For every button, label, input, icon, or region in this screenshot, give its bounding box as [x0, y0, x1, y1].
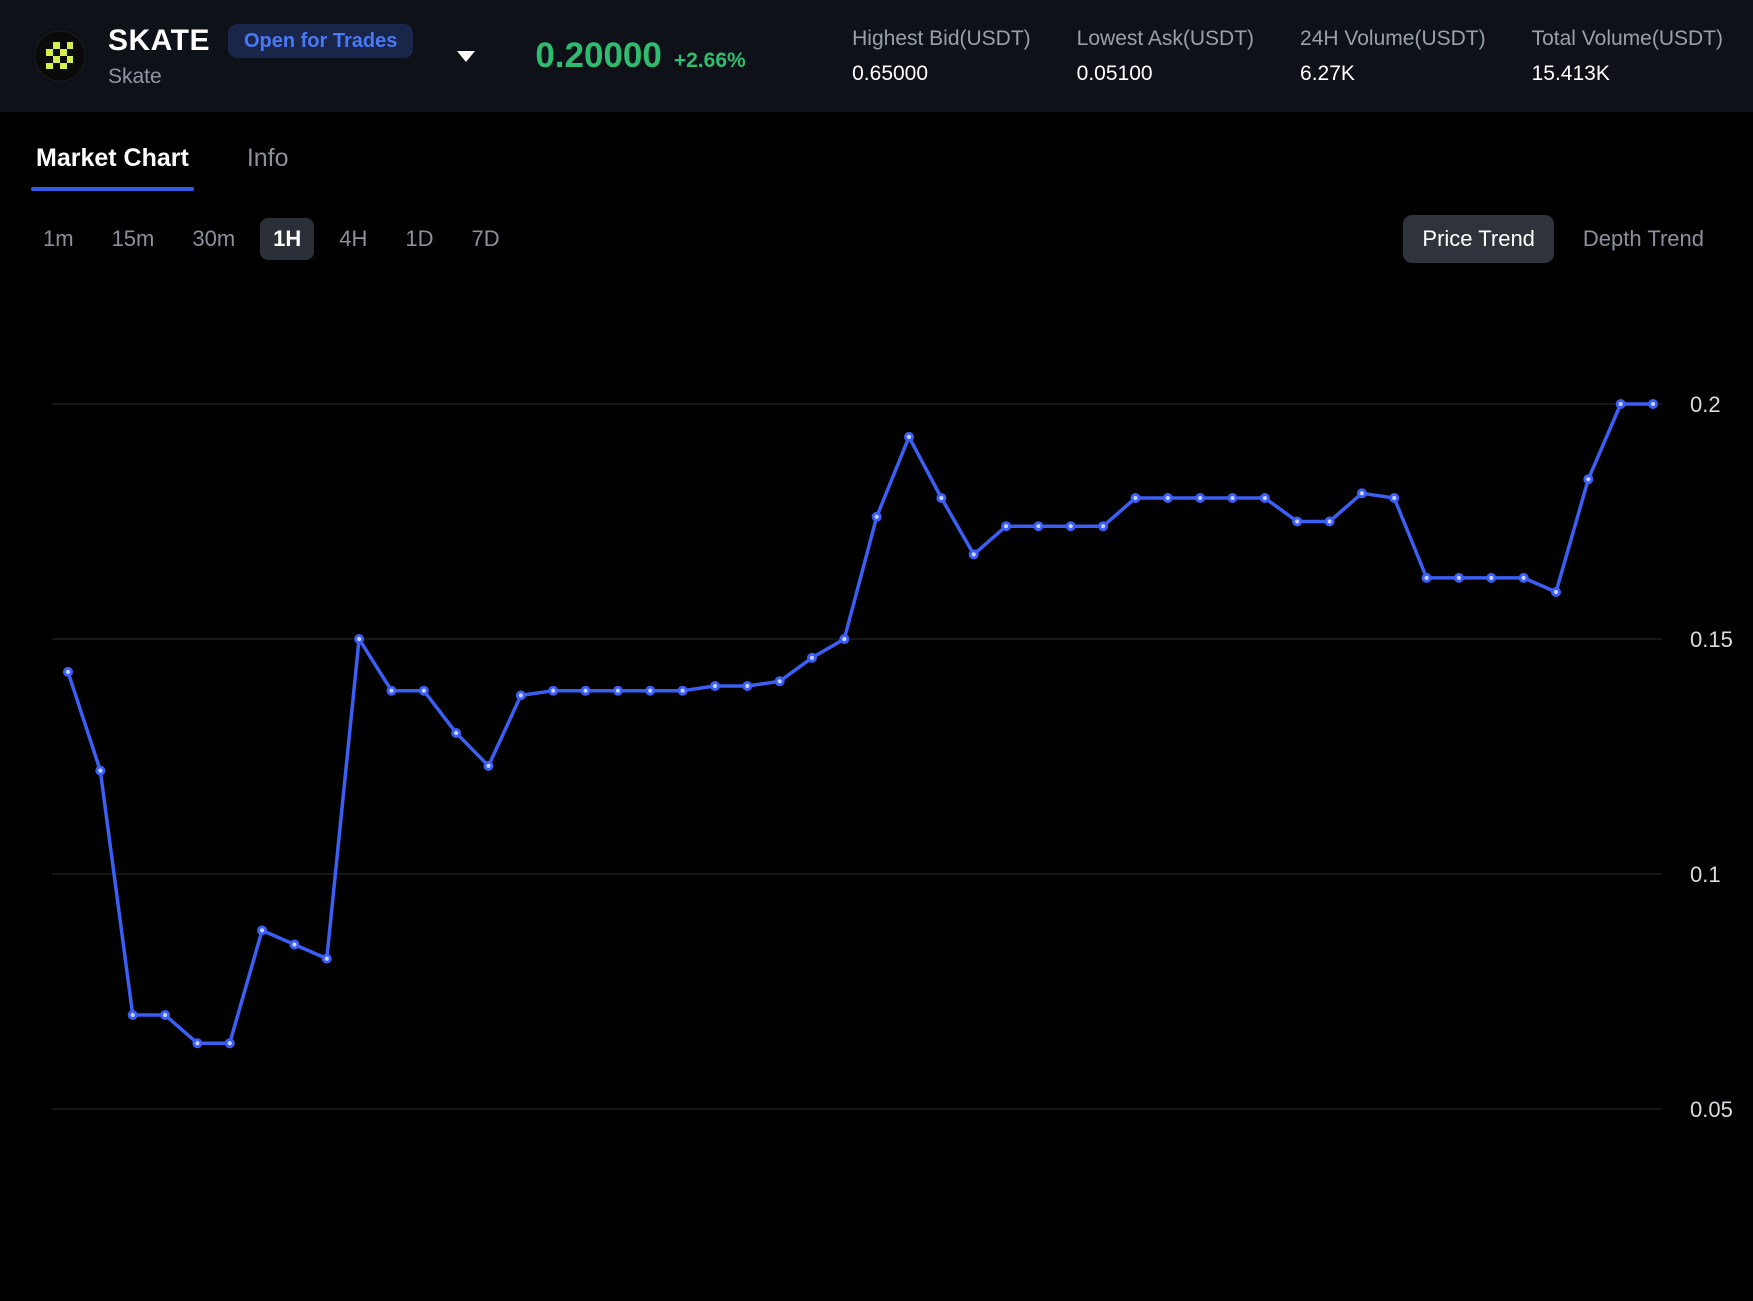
timeframe-1m[interactable]: 1m	[30, 218, 87, 260]
data-point-center	[325, 957, 329, 961]
timeframe-30m[interactable]: 30m	[179, 218, 248, 260]
tab-market-chart[interactable]: Market Chart	[36, 144, 189, 191]
trend-toggle: Price Trend Depth Trend	[1403, 215, 1723, 263]
data-point-center	[1101, 524, 1105, 528]
price-change-percent: +2.66%	[674, 49, 746, 73]
price-trend-button[interactable]: Price Trend	[1403, 215, 1554, 263]
stat-highest-bid: Highest Bid(USDT) 0.65000	[852, 27, 1031, 86]
data-point-center	[163, 1013, 167, 1017]
timeframe-15m[interactable]: 15m	[99, 218, 168, 260]
data-point-center	[1004, 524, 1008, 528]
data-point-center	[1586, 477, 1590, 481]
data-point-center	[98, 769, 102, 773]
chevron-down-icon[interactable]	[457, 51, 475, 62]
stat-24h-volume: 24H Volume(USDT) 6.27K	[1300, 27, 1486, 86]
data-point-center	[422, 689, 426, 693]
data-point-center	[228, 1041, 232, 1045]
chart-tabs: Market Chart Info	[0, 112, 1753, 191]
y-axis-tick-label: 0.05	[1690, 1097, 1733, 1122]
stat-lowest-ask: Lowest Ask(USDT) 0.05100	[1077, 27, 1254, 86]
data-point-center	[1230, 496, 1234, 500]
data-point-center	[1198, 496, 1202, 500]
data-point-center	[1392, 496, 1396, 500]
data-point-center	[357, 637, 361, 641]
data-point-center	[745, 684, 749, 688]
data-point-center	[292, 942, 296, 946]
data-point-center	[875, 515, 879, 519]
data-point-center	[1036, 524, 1040, 528]
data-point-center	[551, 689, 555, 693]
data-point-center	[454, 731, 458, 735]
y-axis-tick-label: 0.1	[1690, 862, 1721, 887]
token-logo-icon	[34, 30, 86, 82]
data-point-center	[648, 689, 652, 693]
data-point-center	[131, 1013, 135, 1017]
data-point-center	[1424, 576, 1428, 580]
timeframe-selector: 1m 15m 30m 1H 4H 1D 7D	[30, 218, 513, 260]
y-axis-tick-label: 0.2	[1690, 392, 1721, 417]
data-point-center	[1489, 576, 1493, 580]
data-point-center	[1554, 590, 1558, 594]
chart-toolbar: 1m 15m 30m 1H 4H 1D 7D Price Trend Depth…	[0, 191, 1753, 263]
data-point-center	[519, 693, 523, 697]
data-point-center	[1263, 496, 1267, 500]
data-point-center	[389, 689, 393, 693]
data-point-center	[1133, 496, 1137, 500]
data-point-center	[907, 435, 911, 439]
y-axis-tick-label: 0.15	[1690, 627, 1733, 652]
data-point-center	[1069, 524, 1073, 528]
data-point-center	[195, 1041, 199, 1045]
data-point-center	[1619, 402, 1623, 406]
data-point-center	[713, 684, 717, 688]
data-point-center	[1295, 519, 1299, 523]
data-point-center	[680, 689, 684, 693]
data-point-center	[1522, 576, 1526, 580]
market-stats: Highest Bid(USDT) 0.65000 Lowest Ask(USD…	[852, 27, 1723, 86]
timeframe-4h[interactable]: 4H	[326, 218, 380, 260]
data-point-center	[842, 637, 846, 641]
data-point-center	[1360, 491, 1364, 495]
data-point-center	[972, 552, 976, 556]
data-point-center	[1166, 496, 1170, 500]
market-header: SKATE Open for Trades Skate 0.20000 +2.6…	[0, 0, 1753, 112]
data-point-center	[778, 679, 782, 683]
timeframe-1h[interactable]: 1H	[260, 218, 314, 260]
price-line	[68, 404, 1653, 1043]
data-point-center	[1651, 402, 1655, 406]
timeframe-7d[interactable]: 7D	[459, 218, 513, 260]
last-price: 0.20000	[535, 36, 662, 76]
open-for-trades-badge: Open for Trades	[228, 24, 413, 58]
timeframe-1d[interactable]: 1D	[392, 218, 446, 260]
token-name: Skate	[108, 65, 413, 89]
data-point-center	[583, 689, 587, 693]
data-point-center	[810, 656, 814, 660]
tab-info[interactable]: Info	[247, 144, 289, 191]
data-point-center	[486, 764, 490, 768]
data-point-center	[1457, 576, 1461, 580]
data-point-center	[260, 928, 264, 932]
data-point-center	[939, 496, 943, 500]
data-point-center	[616, 689, 620, 693]
data-point-center	[66, 670, 70, 674]
depth-trend-button[interactable]: Depth Trend	[1564, 215, 1723, 263]
token-symbol: SKATE	[108, 24, 210, 58]
stat-total-volume: Total Volume(USDT) 15.413K	[1532, 27, 1723, 86]
data-point-center	[1327, 519, 1331, 523]
